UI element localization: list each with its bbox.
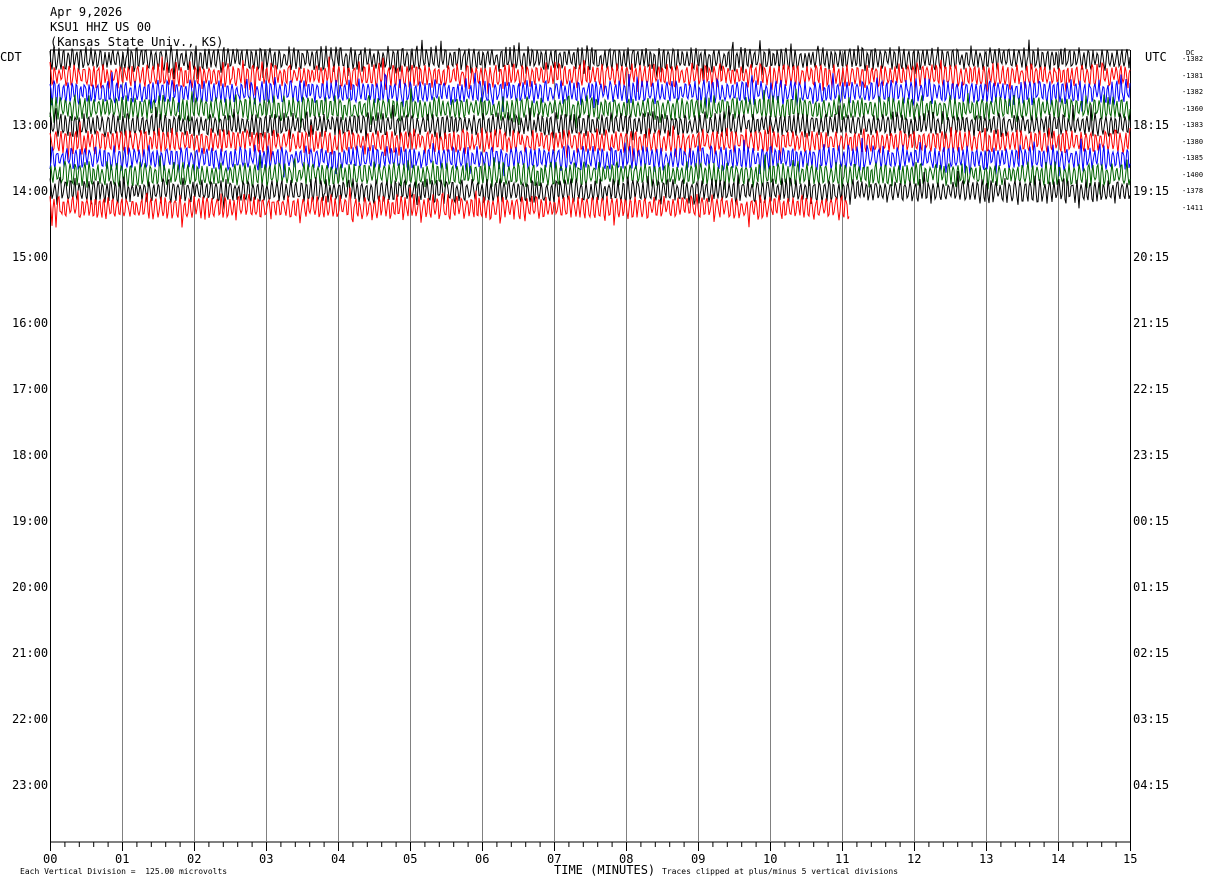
dc-offset-label: -1385 — [1182, 154, 1204, 162]
dc-offset-label: -1382 — [1182, 55, 1204, 63]
utc-label: 21:15 — [1133, 316, 1170, 330]
dc-offset-label: -1382 — [1182, 88, 1204, 96]
x-tick-label: 05 — [403, 852, 418, 866]
x-tick-label: 04 — [331, 852, 346, 866]
utc-label: 19:15 — [1133, 184, 1170, 198]
utc-label: 00:15 — [1133, 514, 1170, 528]
x-tick-label: 01 — [115, 852, 130, 866]
x-tick-label: 00 — [43, 852, 58, 866]
clip-note: Traces clipped at plus/minus 5 vertical … — [662, 867, 899, 876]
x-tick-label: 03 — [259, 852, 274, 866]
cdt-label: 16:00 — [12, 316, 49, 330]
seismogram-plot — [49, 39, 1131, 851]
utc-label: 18:15 — [1133, 118, 1170, 132]
header-location: (Kansas State Univ., KS) — [50, 35, 224, 49]
right-axis-label: UTC — [1145, 50, 1167, 64]
dc-offset-label: -1360 — [1182, 104, 1204, 113]
cdt-label: 23:00 — [12, 778, 49, 792]
header-date: Apr 9,2026 — [50, 5, 123, 19]
utc-label: 22:15 — [1133, 382, 1170, 396]
x-axis-label: TIME (MINUTES) — [554, 863, 656, 877]
cdt-label: 21:00 — [12, 646, 49, 660]
utc-label: 04:15 — [1133, 778, 1170, 792]
x-tick-label: 06 — [475, 852, 490, 866]
x-tick-label: 09 — [691, 852, 706, 866]
scale-note: Each Vertical Division = 125.00 microvol… — [20, 867, 228, 876]
x-tick-label: 02 — [187, 852, 202, 866]
x-tick-label: 11 — [835, 852, 850, 866]
utc-label: 02:15 — [1133, 646, 1170, 660]
dc-offset-label: -1400 — [1182, 170, 1204, 179]
cdt-label: 18:00 — [12, 448, 49, 462]
x-axis-ticks — [50, 842, 1131, 851]
left-axis-label: CDT — [0, 50, 22, 64]
dc-offset-label: -1380 — [1182, 137, 1204, 146]
x-tick-label: 15 — [1123, 852, 1138, 866]
seismic-traces — [49, 39, 1131, 228]
cdt-label: 17:00 — [12, 382, 49, 396]
x-tick-label: 10 — [763, 852, 778, 866]
cdt-label: 22:00 — [12, 712, 49, 726]
utc-label: 20:15 — [1133, 250, 1170, 264]
x-tick-label: 12 — [907, 852, 922, 866]
cdt-label: 19:00 — [12, 514, 49, 528]
x-tick-label: 13 — [979, 852, 994, 866]
cdt-label: 20:00 — [12, 580, 49, 594]
cdt-label: 15:00 — [12, 250, 49, 264]
cdt-label: 13:00 — [12, 118, 49, 132]
dc-offset-label: -1411 — [1182, 203, 1204, 212]
header-station: KSU1 HHZ US 00 — [50, 20, 152, 34]
dc-offset-label: -1381 — [1182, 71, 1204, 80]
x-tick-label: 14 — [1051, 852, 1066, 866]
utc-label: 23:15 — [1133, 448, 1170, 462]
dc-offset-label: -1378 — [1182, 187, 1204, 195]
utc-label: 03:15 — [1133, 712, 1170, 726]
utc-label: 01:15 — [1133, 580, 1170, 594]
dc-offset-label: -1383 — [1182, 121, 1204, 129]
cdt-label: 14:00 — [12, 184, 49, 198]
